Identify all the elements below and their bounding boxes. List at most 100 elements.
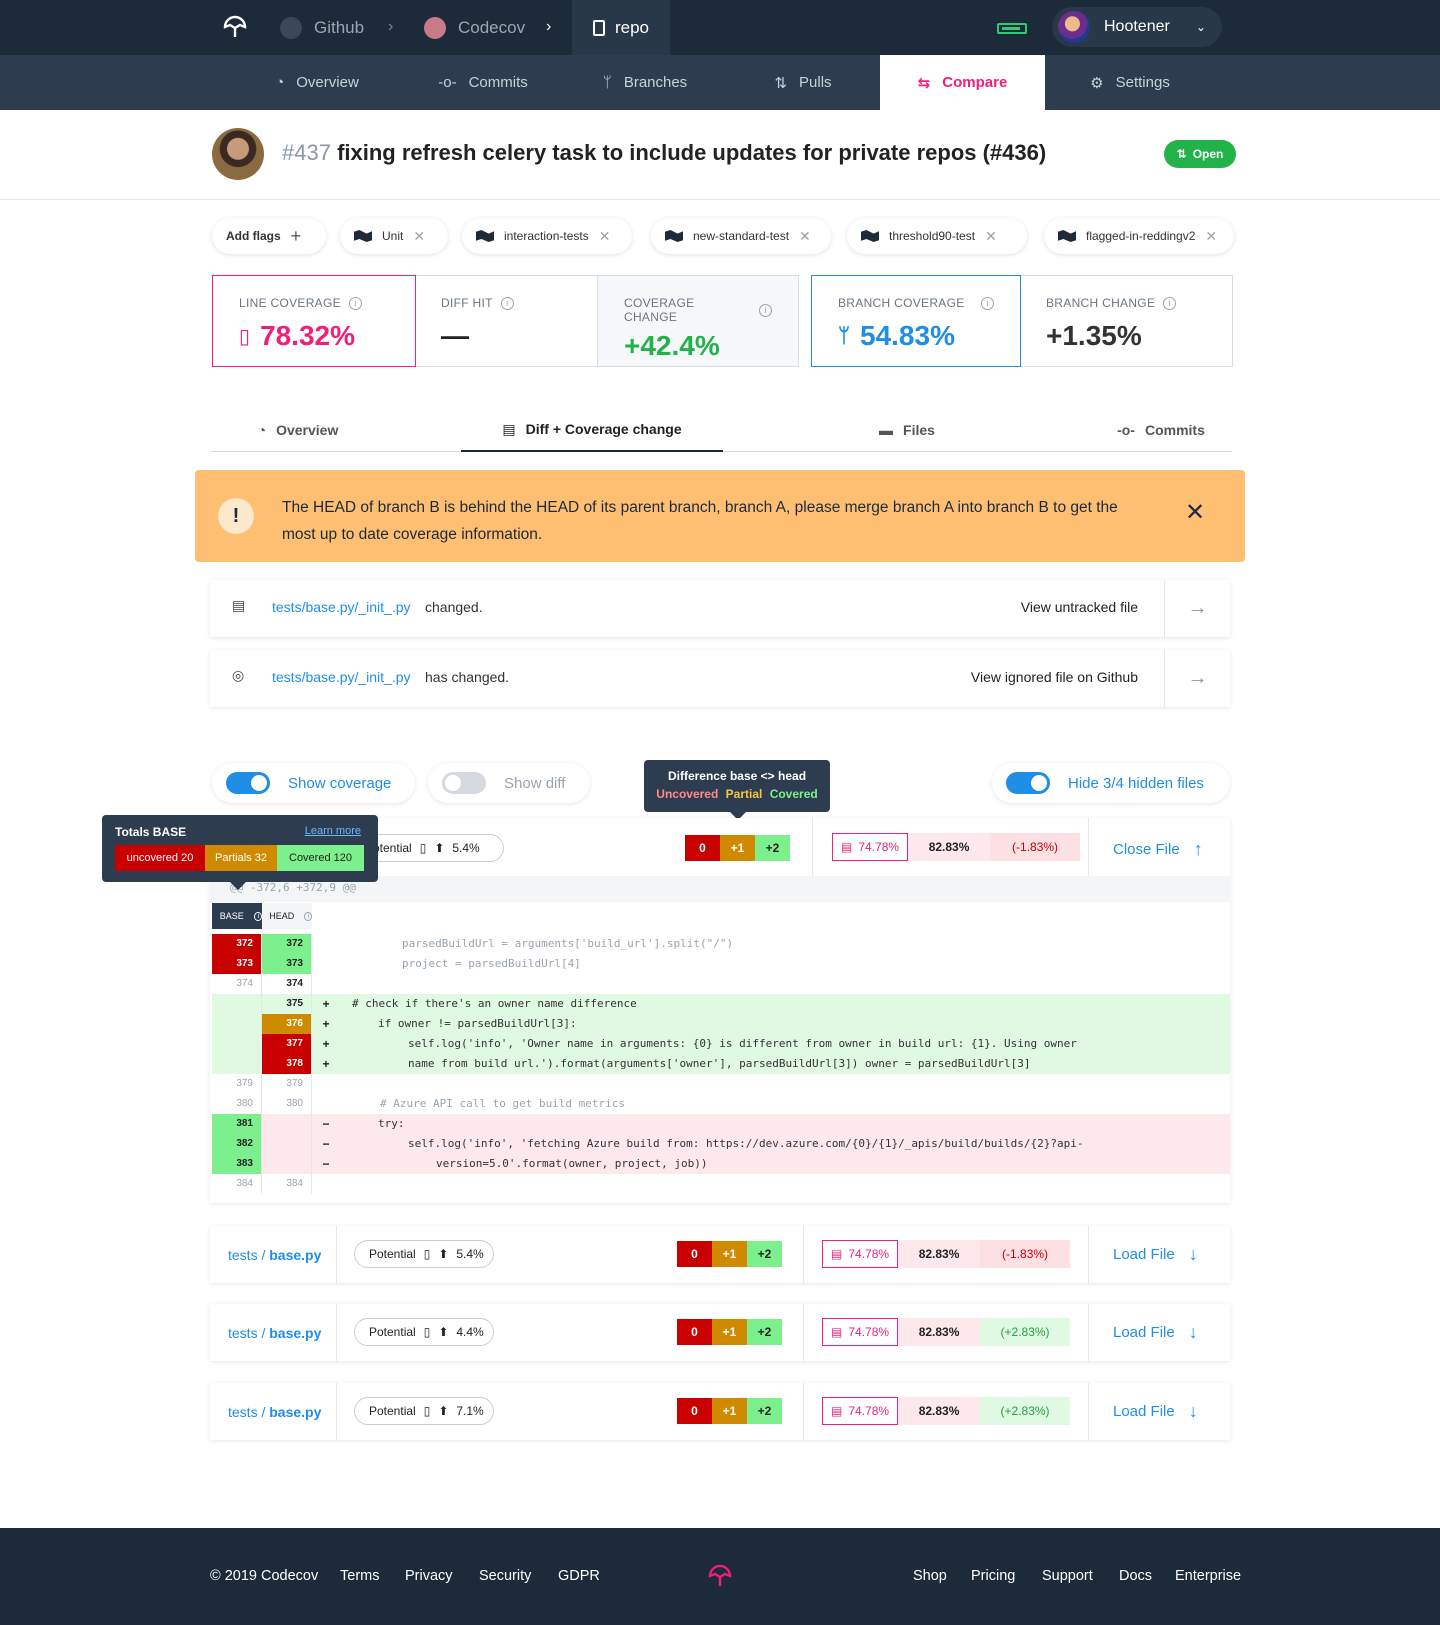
tab-files[interactable]: ▬ Files [830, 408, 984, 452]
file-path[interactable]: tests / base.py [228, 1247, 321, 1263]
tab-overview[interactable]: ◔ Overview [210, 408, 386, 452]
close-icon[interactable]: ✕ [1185, 498, 1205, 527]
add-flags-button[interactable]: Add flags + [212, 218, 326, 254]
diff-sign [312, 954, 340, 974]
flag-icon [665, 230, 683, 242]
close-icon[interactable]: ✕ [799, 228, 811, 245]
close-icon[interactable]: ✕ [1205, 228, 1217, 245]
arrow-down-icon: ↓ [1188, 1244, 1198, 1264]
close-icon[interactable]: ✕ [413, 228, 425, 245]
codecov-logo-icon[interactable] [707, 1563, 733, 1589]
file-link[interactable]: tests/base.py/_init_.py [272, 669, 411, 685]
info-icon[interactable]: i [759, 303, 772, 317]
coverage-delta: (-1.83%) [980, 1240, 1071, 1268]
file-path[interactable]: tests / base.py [228, 1404, 321, 1420]
coverage-change-card[interactable]: COVERAGE CHANGE i +42.4% [597, 275, 799, 367]
head-line-number: 375 [262, 994, 312, 1014]
branch-coverage-card[interactable]: BRANCH COVERAGE i ᛘ 54.83% [811, 275, 1021, 367]
tab-commits[interactable]: -o- Commits [1090, 408, 1232, 452]
view-untracked-file-link[interactable]: View untracked file [1021, 599, 1138, 615]
show-diff-toggle[interactable]: Show diff [428, 763, 590, 803]
top-bar: Github › Codecov › repo Hootener ⌄ [0, 0, 1440, 55]
tab-diff-coverage[interactable]: ▤ Diff + Coverage change [461, 408, 723, 452]
code-line: project = parsedBuildUrl[4] [402, 957, 581, 970]
load-file-button[interactable]: Load File ↓ [1113, 1322, 1198, 1343]
flag-chip[interactable]: new-standard-test ✕ [651, 218, 831, 254]
status-badge-label: Open [1192, 147, 1224, 161]
username: Hootener [1104, 18, 1170, 35]
tab-branches[interactable]: ᛘ Branches [564, 55, 726, 110]
breadcrumb-github[interactable]: Github [280, 0, 364, 55]
gauge-icon: ◔ [257, 422, 267, 438]
show-coverage-toggle[interactable]: Show coverage [212, 763, 415, 803]
footer-link-gdpr[interactable]: GDPR [558, 1568, 600, 1584]
arrow-right-icon[interactable]: → [1164, 580, 1230, 637]
info-icon[interactable]: i [254, 911, 262, 921]
close-icon[interactable]: ✕ [985, 228, 997, 245]
compare-icon: ⇆ [917, 74, 931, 92]
footer-link-privacy[interactable]: Privacy [405, 1568, 453, 1584]
breadcrumb-repo[interactable]: repo [572, 0, 670, 55]
close-icon[interactable]: ✕ [599, 228, 611, 245]
divider [1088, 1226, 1089, 1283]
arrow-right-icon[interactable]: → [1164, 650, 1230, 707]
toggle-switch[interactable] [1006, 772, 1050, 794]
file-path[interactable]: tests / base.py [228, 1325, 321, 1341]
github-icon [280, 16, 302, 39]
arrow-up-icon: ↑ [1193, 839, 1203, 859]
base-coverage-value: 82.83% [898, 1318, 981, 1346]
tab-settings[interactable]: ⚙ Settings [1045, 55, 1215, 110]
footer-link-security[interactable]: Security [479, 1568, 531, 1584]
close-file-button[interactable]: Close File ↑ [1113, 839, 1203, 860]
info-icon[interactable]: i [500, 296, 514, 310]
warning-text: The HEAD of branch B is behind the HEAD … [282, 499, 1118, 543]
learn-more-link[interactable]: Learn more [305, 825, 361, 837]
flag-chip[interactable]: flagged-in-reddingv2 ✕ [1044, 218, 1234, 254]
tab-label: Compare [942, 74, 1008, 91]
codecov-logo-icon[interactable] [222, 14, 248, 40]
hide-hidden-files-toggle[interactable]: Hide 3/4 hidden files [992, 763, 1230, 803]
info-icon[interactable]: i [1163, 296, 1177, 310]
coverage-compare: ▤ 74.78% 82.83% (-1.83%) [822, 1240, 1071, 1268]
info-icon[interactable]: i [981, 296, 994, 310]
load-file-button[interactable]: Load File ↓ [1113, 1401, 1198, 1422]
tab-pulls[interactable]: ⇅ Pulls [726, 55, 880, 110]
partial-count: +1 [720, 835, 755, 861]
toggle-switch[interactable] [442, 772, 486, 794]
file-row: tests / base.py Potential ▯ ⬆ 4.4% 0 +1 +2 ▤ 7… [210, 1304, 1230, 1361]
file-icon: ▤ [831, 1325, 843, 1339]
info-icon[interactable]: i [348, 296, 362, 310]
footer-link-enterprise[interactable]: Enterprise [1175, 1568, 1241, 1584]
footer-link-terms[interactable]: Terms [340, 1568, 379, 1584]
footer-link-shop[interactable]: Shop [913, 1568, 947, 1584]
row-text: changed. [425, 599, 483, 615]
covered-count: +2 [755, 835, 790, 861]
pr-title: fixing refresh celery task to include up… [337, 140, 1047, 165]
footer-link-support[interactable]: Support [1042, 1568, 1093, 1584]
diff-sign [312, 1174, 340, 1194]
info-icon[interactable]: i [304, 911, 312, 921]
line-coverage-card[interactable]: LINE COVERAGE i ▯ 78.32% [212, 275, 416, 367]
footer-link-pricing[interactable]: Pricing [971, 1568, 1015, 1584]
tab-label: Overview [296, 74, 359, 91]
diff-hit-card[interactable]: DIFF HIT i — [415, 275, 598, 367]
gear-icon: ⚙ [1090, 74, 1104, 92]
flag-chip[interactable]: threshold90-test ✕ [847, 218, 1027, 254]
flag-chip[interactable]: Unit ✕ [340, 218, 448, 254]
toggle-switch[interactable] [226, 772, 270, 794]
head-coverage-value: 74.78% [848, 1404, 890, 1418]
flag-label: new-standard-test [693, 229, 790, 243]
flag-chip[interactable]: interaction-tests ✕ [462, 218, 632, 254]
footer-link-docs[interactable]: Docs [1119, 1568, 1152, 1584]
tab-compare[interactable]: ⇆ Compare [880, 55, 1045, 110]
covered-count: +2 [747, 1241, 782, 1267]
view-ignored-file-link[interactable]: View ignored file on Github [971, 669, 1138, 685]
tab-commits[interactable]: -o- Commits [402, 55, 564, 110]
branch-change-card[interactable]: BRANCH CHANGE i +1.35% [1020, 275, 1233, 367]
tab-overview[interactable]: ◔ Overview [232, 55, 402, 110]
base-coverage-value: 82.83% [898, 1240, 981, 1268]
user-menu[interactable]: Hootener ⌄ [1052, 7, 1222, 47]
breadcrumb-codecov[interactable]: Codecov [424, 0, 525, 55]
file-link[interactable]: tests/base.py/_init_.py [272, 599, 411, 615]
load-file-button[interactable]: Load File ↓ [1113, 1244, 1198, 1265]
